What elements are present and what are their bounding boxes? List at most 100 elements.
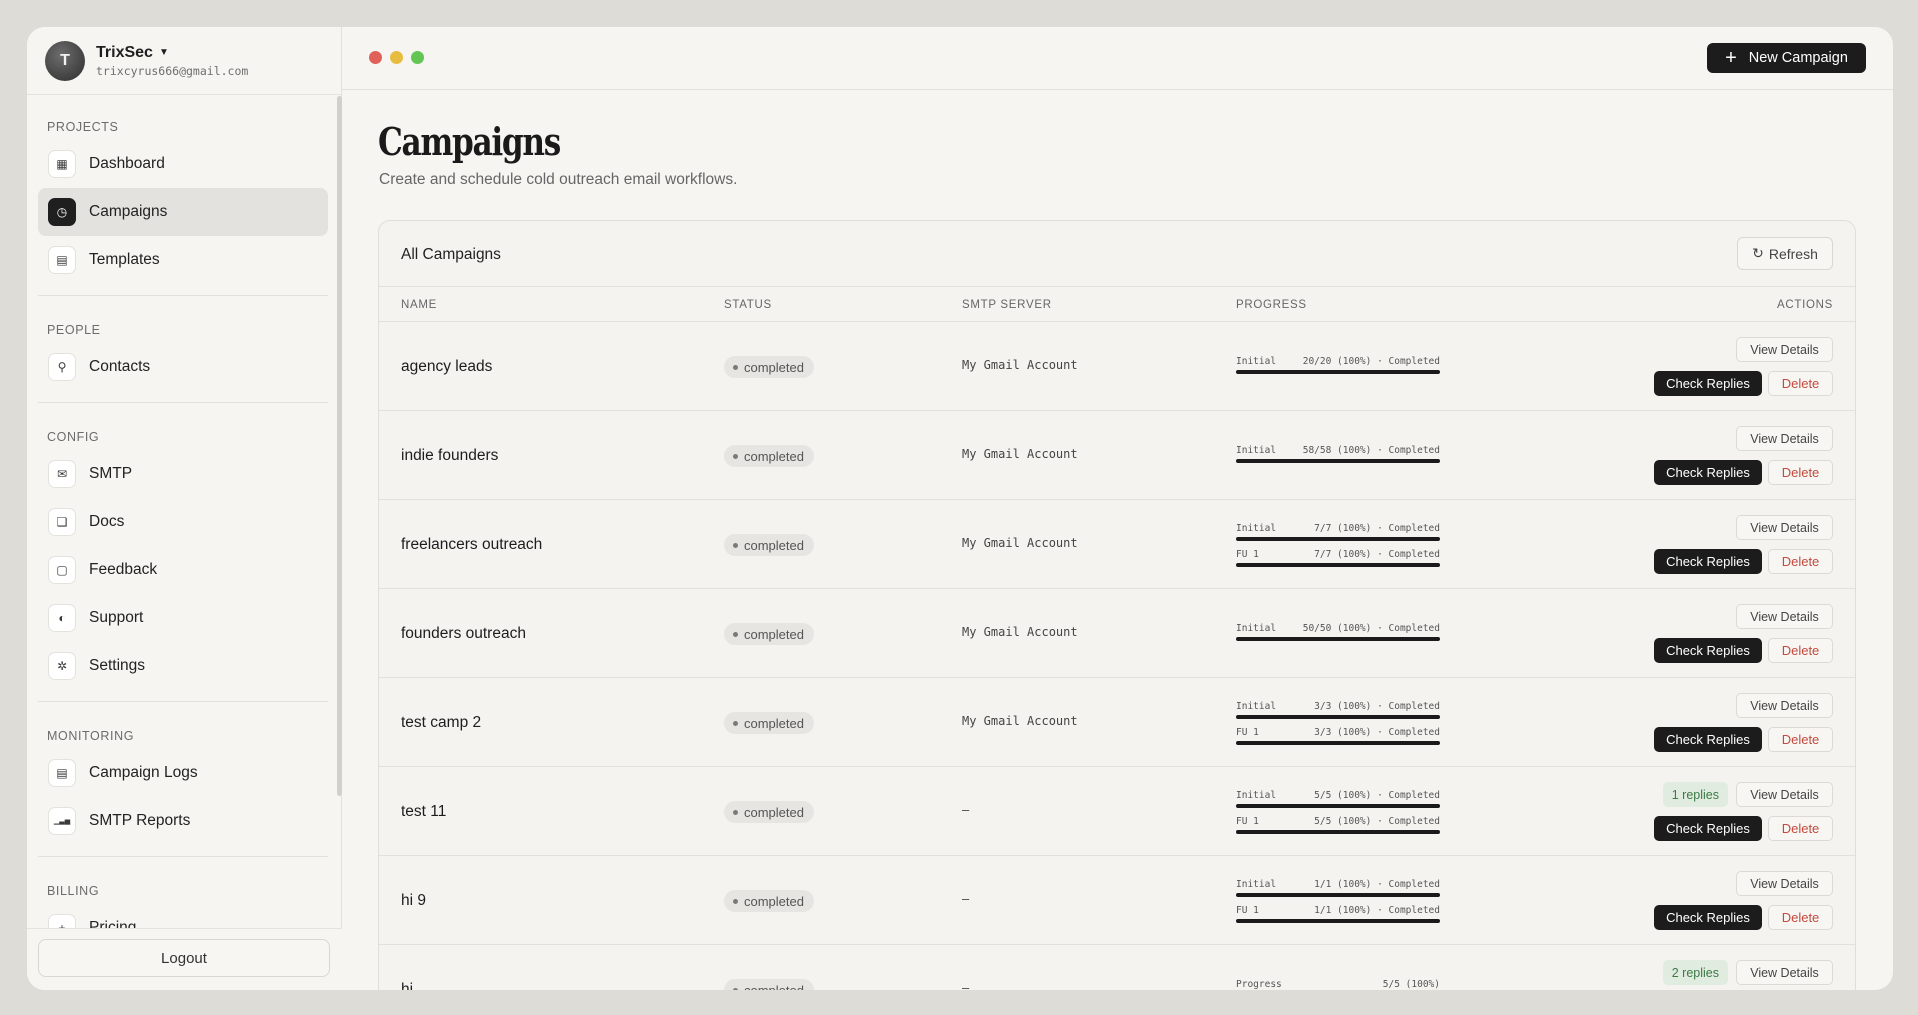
minimize-dot[interactable] — [390, 51, 403, 64]
campaign-name[interactable]: agency leads — [401, 358, 492, 376]
delete-button[interactable]: Delete — [1768, 549, 1833, 574]
progress-step: Progress — [1236, 979, 1282, 990]
smtp-server: – — [962, 981, 970, 990]
progress-cell: Initial 50/50 (100%) · Completed — [1236, 623, 1440, 649]
check-replies-button[interactable]: Check Replies — [1654, 638, 1762, 663]
campaign-name[interactable]: hi 9 — [401, 892, 426, 910]
view-details-button[interactable]: View Details — [1736, 337, 1833, 362]
view-details-button[interactable]: View Details — [1736, 426, 1833, 451]
campaign-name[interactable]: hi — [401, 981, 413, 990]
progress-step: Initial — [1236, 701, 1277, 712]
progress-label: Initial 1/1 (100%) · Completed — [1236, 879, 1440, 890]
sidebar-item-support[interactable]: ◐ Support — [38, 594, 328, 642]
new-campaign-button[interactable]: + New Campaign — [1707, 43, 1866, 73]
table-body: agency leads completed My Gmail Account Ini… — [379, 322, 1855, 990]
check-replies-button[interactable]: Check Replies — [1654, 727, 1762, 752]
progress-detail: 5/5 (100%) — [1382, 979, 1440, 990]
divider — [38, 295, 328, 296]
status-dot-icon — [733, 809, 738, 815]
progress-bar — [1236, 563, 1440, 567]
progress-detail: 1/1 (100%) · Completed — [1314, 905, 1440, 916]
campaign-name[interactable]: indie founders — [401, 447, 498, 465]
sidebar-item-campaign-logs[interactable]: ▤ Campaign Logs — [38, 749, 328, 797]
delete-button[interactable]: Delete — [1768, 905, 1833, 930]
delete-button[interactable]: Delete — [1768, 460, 1833, 485]
progress-step: FU 1 — [1236, 727, 1259, 738]
check-replies-button[interactable]: Check Replies — [1654, 549, 1762, 574]
close-dot[interactable] — [369, 51, 382, 64]
delete-button[interactable]: Delete — [1768, 638, 1833, 663]
row-actions: 2 repliesView DetailsCheck RepliesDelete — [1633, 960, 1833, 990]
col-actions: ACTIONS — [1776, 299, 1833, 311]
check-replies-button[interactable]: Check Replies — [1654, 816, 1762, 841]
campaign-name[interactable]: founders outreach — [401, 625, 526, 643]
progress-step: FU 1 — [1236, 816, 1259, 827]
status-text: completed — [744, 893, 804, 909]
progress-bar — [1236, 919, 1440, 923]
table-row: test camp 2 completed My Gmail Account Init… — [379, 678, 1855, 767]
sidebar-item-feedback[interactable]: ▢ Feedback — [38, 546, 328, 594]
view-details-button[interactable]: View Details — [1736, 604, 1833, 629]
nav-list: ⚲ Contacts — [27, 343, 342, 391]
check-replies-button[interactable]: Check Replies — [1654, 371, 1762, 396]
plus-icon: + — [1725, 47, 1737, 69]
progress-line: Initial 5/5 (100%) · Completed — [1236, 790, 1440, 816]
section-label: BILLING — [47, 884, 100, 898]
progress-line: FU 1 5/5 (100%) · Completed — [1236, 816, 1440, 842]
sidebar-item-docs[interactable]: ❏ Docs — [38, 498, 328, 546]
refresh-label: Refresh — [1768, 245, 1818, 262]
progress-line: Initial 58/58 (100%) · Completed — [1236, 445, 1440, 471]
table-row: hi 9 completed – Initial 1/1 (100%) · Comple… — [379, 856, 1855, 945]
view-details-button[interactable]: View Details — [1736, 782, 1833, 807]
refresh-button[interactable]: ↻ Refresh — [1737, 237, 1833, 270]
campaign-name[interactable]: freelancers outreach — [401, 536, 542, 554]
sidebar: T TrixSec ▼ trixcyrus666@gmail.com PROJEC… — [27, 27, 342, 990]
section-label: PEOPLE — [47, 323, 101, 337]
check-replies-button[interactable]: Check Replies — [1654, 905, 1762, 930]
table-header: NAME STATUS SMTP SERVER PROGRESS ACTIONS — [379, 287, 1855, 322]
view-details-button[interactable]: View Details — [1736, 515, 1833, 540]
campaign-name[interactable]: test camp 2 — [401, 714, 481, 732]
view-details-button[interactable]: View Details — [1736, 693, 1833, 718]
logout-button[interactable]: Logout — [38, 939, 330, 977]
sidebar-item-contacts[interactable]: ⚲ Contacts — [38, 343, 328, 391]
check-replies-button[interactable]: Check Replies — [1654, 460, 1762, 485]
sidebar-item-dashboard[interactable]: ▦ Dashboard — [38, 140, 328, 188]
sidebar-nav: PROJECTS ▦ Dashboard ◷ Campaigns ▤ Templates PE… — [27, 96, 342, 952]
progress-cell: Initial 1/1 (100%) · Completed FU 1 1/1 (10… — [1236, 879, 1440, 931]
table-row: founders outreach completed My Gmail Accou… — [379, 589, 1855, 678]
sidebar-item-campaigns[interactable]: ◷ Campaigns — [38, 188, 328, 236]
delete-button[interactable]: Delete — [1768, 727, 1833, 752]
sidebar-item-smtp-reports[interactable]: ▁▃▅ SMTP Reports — [38, 797, 328, 845]
maximize-dot[interactable] — [411, 51, 424, 64]
sidebar-item-label: SMTP Reports — [89, 812, 191, 829]
progress-step: Initial — [1236, 623, 1277, 634]
status-dot-icon — [733, 720, 738, 726]
progress-label: FU 1 5/5 (100%) · Completed — [1236, 816, 1440, 827]
account-switcher[interactable]: T TrixSec ▼ trixcyrus666@gmail.com — [27, 27, 341, 95]
progress-step: FU 1 — [1236, 905, 1259, 916]
grid-icon: ▦ — [48, 150, 76, 178]
status-badge: completed — [724, 623, 814, 645]
progress-step: Initial — [1236, 879, 1277, 890]
smtp-server: My Gmail Account — [962, 625, 1078, 639]
col-name: NAME — [401, 299, 438, 311]
sidebar-item-smtp[interactable]: ✉ SMTP — [38, 450, 328, 498]
view-details-button[interactable]: View Details — [1736, 960, 1833, 985]
view-details-button[interactable]: View Details — [1736, 871, 1833, 896]
file-icon: ❏ — [48, 508, 76, 536]
caret-down-icon: ▼ — [158, 47, 169, 58]
nav-list: ✉ SMTP ❏ Docs ▢ Feedback ◐ Support ✲ Settings — [27, 450, 342, 690]
new-campaign-label: New Campaign — [1748, 50, 1848, 66]
progress-label: Initial 50/50 (100%) · Completed — [1236, 623, 1440, 634]
delete-button[interactable]: Delete — [1768, 371, 1833, 396]
progress-label: Initial 7/7 (100%) · Completed — [1236, 523, 1440, 534]
progress-bar — [1236, 893, 1440, 897]
divider — [38, 856, 328, 857]
campaign-name[interactable]: test 11 — [401, 803, 446, 821]
sidebar-item-settings[interactable]: ✲ Settings — [38, 642, 328, 690]
delete-button[interactable]: Delete — [1768, 816, 1833, 841]
sidebar-item-templates[interactable]: ▤ Templates — [38, 236, 328, 284]
progress-detail: 5/5 (100%) · Completed — [1314, 816, 1440, 827]
progress-line: FU 1 1/1 (100%) · Completed — [1236, 905, 1440, 931]
